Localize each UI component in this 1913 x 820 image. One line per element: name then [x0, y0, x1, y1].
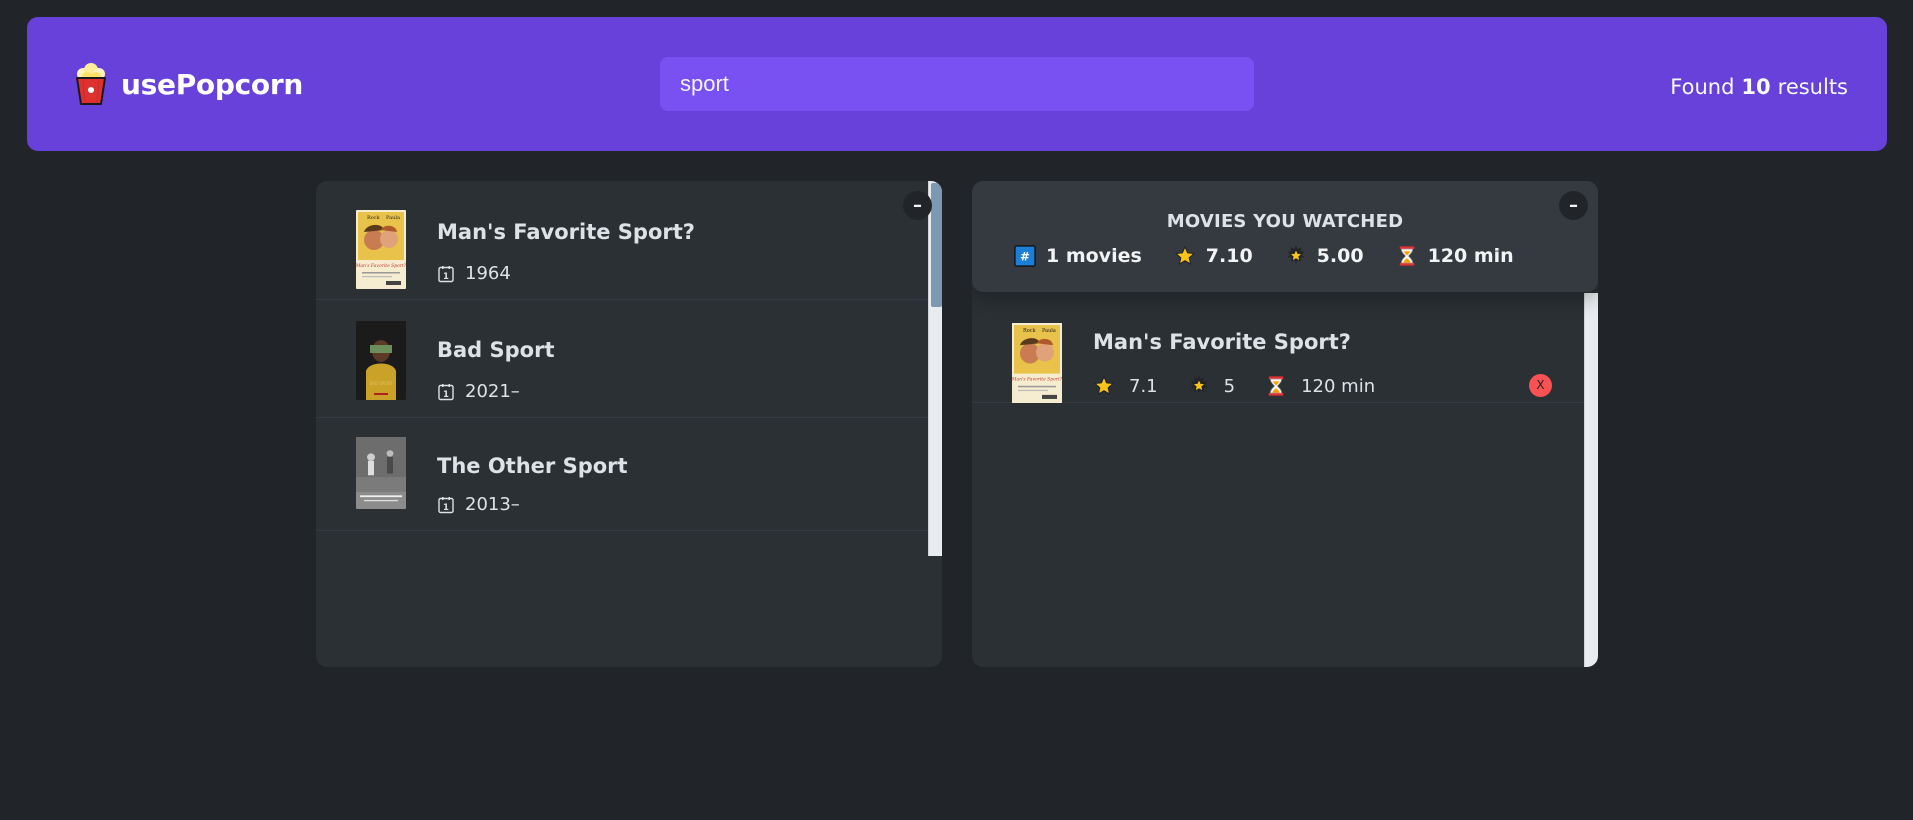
- watched-meta: 7.1 5 120 min: [1093, 375, 1375, 397]
- calendar-icon: [437, 265, 455, 283]
- stat-user: 5: [1188, 375, 1235, 397]
- movie-meta: 2021–: [437, 381, 520, 402]
- movie-meta: 1964: [437, 263, 511, 284]
- summary-stats: 1 movies 7.10 5.00 120 min: [1014, 245, 1514, 267]
- movie-poster: [1012, 323, 1062, 403]
- movie-title: The Other Sport: [437, 454, 628, 478]
- stat-imdb: 7.1: [1093, 375, 1158, 397]
- glowing-star-icon: [1188, 375, 1210, 397]
- movie-list: Man's Favorite Sport? 1964 Bad Sport 202…: [316, 181, 928, 531]
- scrollbar[interactable]: [1584, 293, 1598, 667]
- movie-item[interactable]: Man's Favorite Sport? 1964: [316, 181, 928, 300]
- hourglass-icon: [1396, 245, 1418, 267]
- movie-year: 2021–: [465, 381, 520, 402]
- star-icon: [1174, 245, 1196, 267]
- avg-runtime: 120 min: [1427, 245, 1514, 267]
- movie-poster: [356, 321, 406, 400]
- num-movies: 1 movies: [1046, 245, 1142, 267]
- stat-imdb: 7.10: [1174, 245, 1253, 267]
- results-suffix: results: [1777, 75, 1848, 99]
- runtime: 120 min: [1301, 375, 1376, 397]
- hourglass-icon: [1265, 375, 1287, 397]
- stat-count: 1 movies: [1014, 245, 1142, 267]
- imdb-rating: 7.1: [1129, 375, 1158, 397]
- movie-title: Bad Sport: [437, 338, 555, 362]
- popcorn-icon: [71, 62, 111, 106]
- app-name: usePopcorn: [121, 67, 303, 101]
- watched-item: Man's Favorite Sport? 7.1 5 120 min X: [972, 293, 1584, 403]
- logo: usePopcorn: [71, 62, 303, 106]
- stat-user: 5.00: [1285, 245, 1364, 267]
- watched-box: – Movies you watched 1 movies 7.10 5.00 …: [972, 181, 1598, 667]
- stat-runtime: 120 min: [1396, 245, 1514, 267]
- scrollbar-thumb[interactable]: [931, 183, 942, 307]
- avg-imdb-rating: 7.10: [1205, 245, 1253, 267]
- movie-title: Man's Favorite Sport?: [437, 220, 695, 244]
- scrollbar[interactable]: [928, 181, 942, 556]
- watched-summary: Movies you watched 1 movies 7.10 5.00 12…: [972, 181, 1598, 292]
- avg-user-rating: 5.00: [1316, 245, 1364, 267]
- hash-icon: [1014, 245, 1036, 267]
- results-number: 10: [1741, 75, 1771, 99]
- collapse-button[interactable]: –: [1559, 191, 1588, 220]
- movie-poster: [356, 210, 406, 289]
- user-rating: 5: [1223, 375, 1236, 397]
- movie-meta: 2013–: [437, 494, 520, 515]
- calendar-icon: [437, 496, 455, 514]
- nav-bar: usePopcorn Found 10 results: [27, 17, 1887, 151]
- calendar-icon: [437, 383, 455, 401]
- delete-button[interactable]: X: [1529, 374, 1552, 397]
- star-icon: [1093, 375, 1115, 397]
- search-input[interactable]: [660, 57, 1254, 111]
- stat-runtime: 120 min: [1265, 375, 1375, 397]
- summary-title: Movies you watched: [1166, 211, 1404, 232]
- glowing-star-icon: [1285, 245, 1307, 267]
- movie-year: 1964: [465, 263, 511, 284]
- movie-item[interactable]: Bad Sport 2021–: [316, 300, 928, 418]
- results-count: Found 10 results: [1670, 75, 1848, 99]
- collapse-button[interactable]: –: [903, 191, 932, 220]
- movie-item[interactable]: The Other Sport 2013–: [316, 418, 928, 531]
- movie-poster: [356, 437, 406, 509]
- movie-year: 2013–: [465, 494, 520, 515]
- movie-list-box: – Man's Favorite Sport? 1964 Bad Sport 2…: [316, 181, 942, 667]
- results-prefix: Found: [1670, 75, 1735, 99]
- movie-title: Man's Favorite Sport?: [1093, 330, 1351, 354]
